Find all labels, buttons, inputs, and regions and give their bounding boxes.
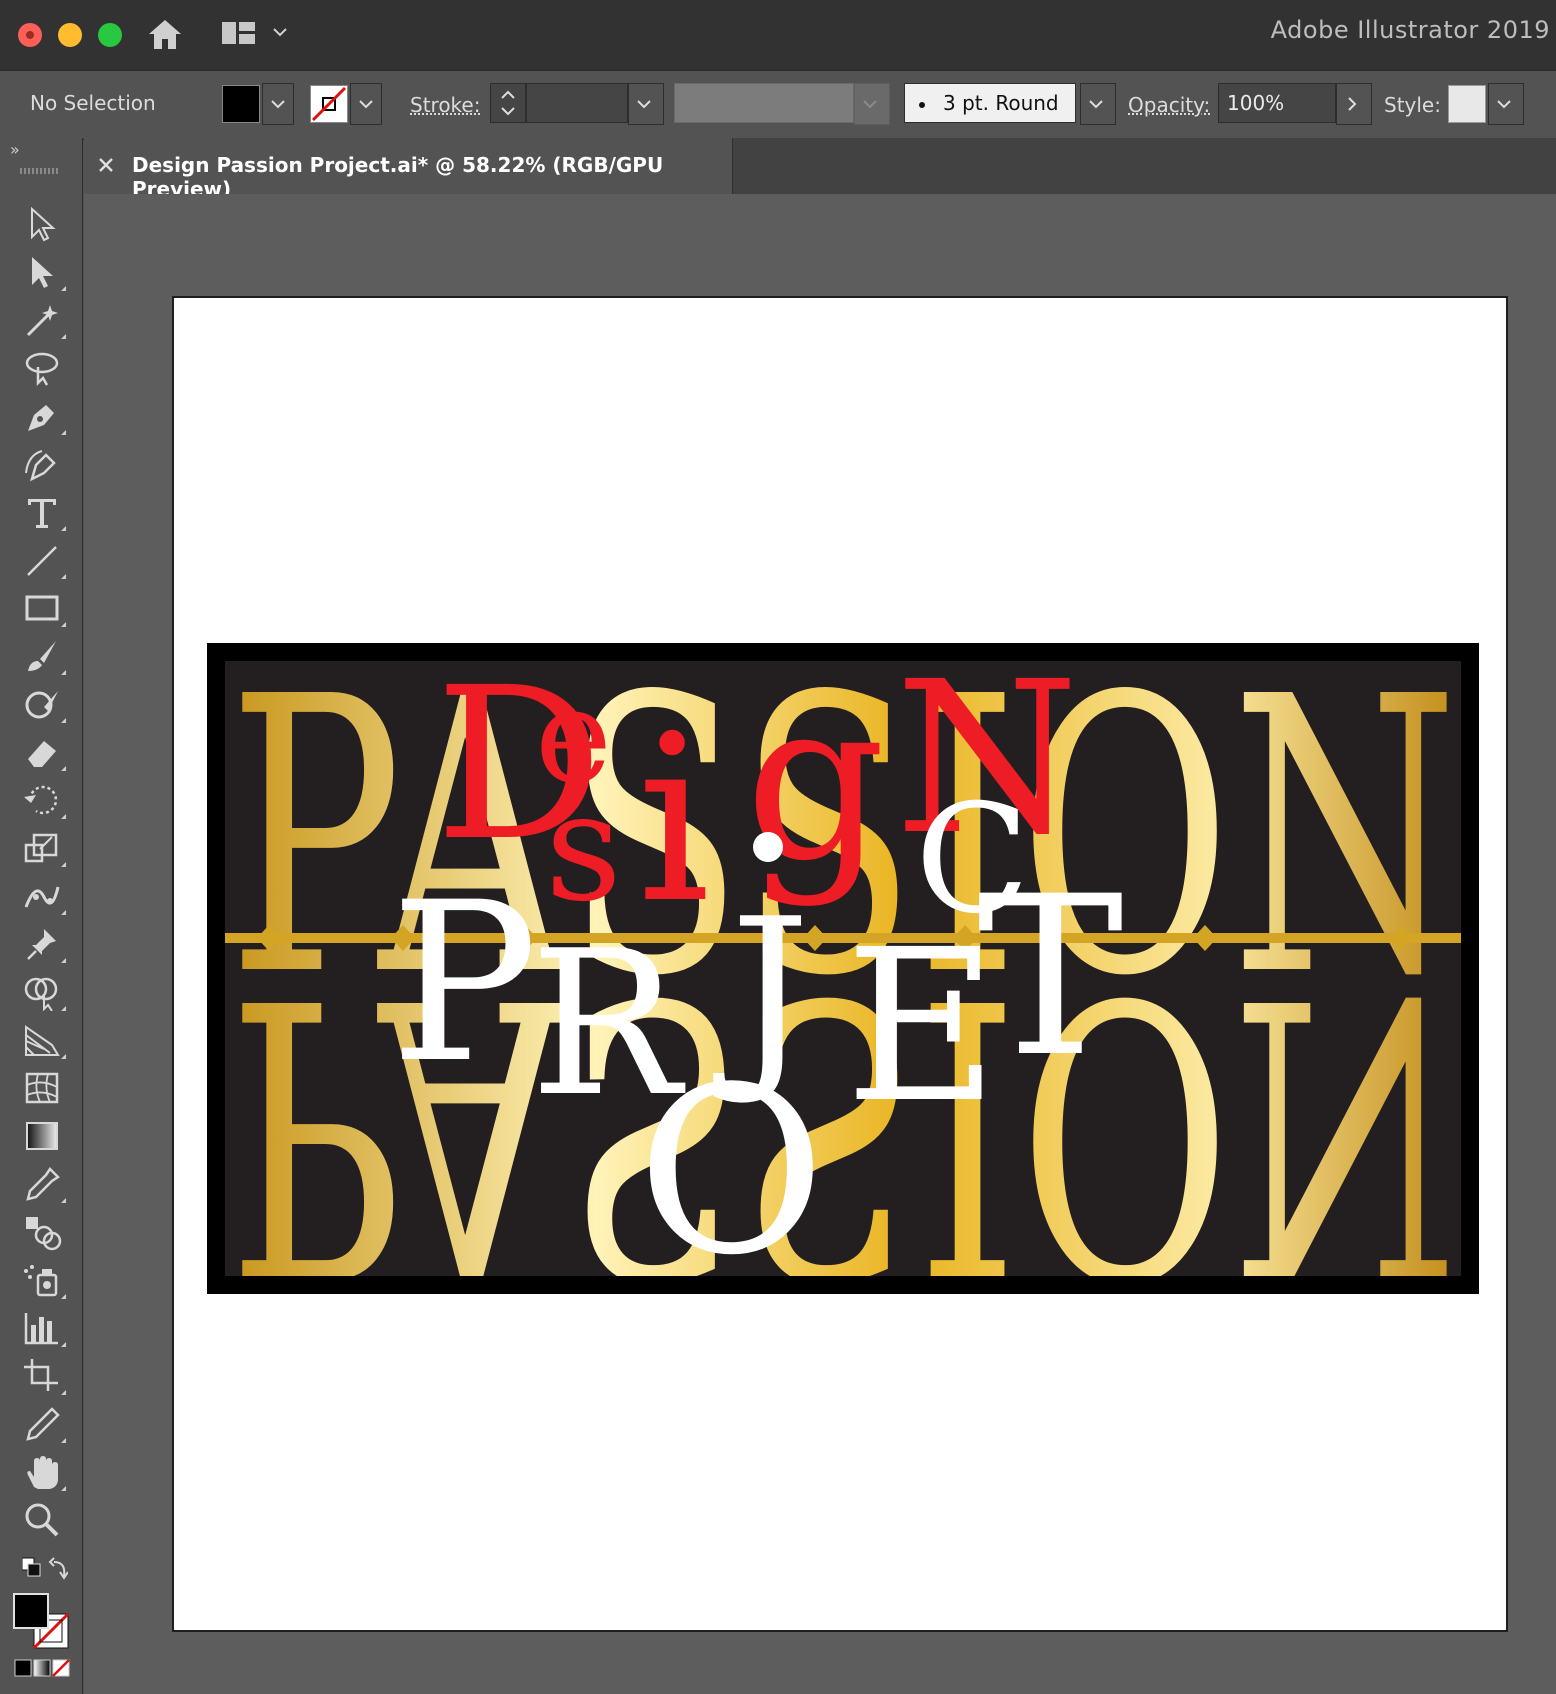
home-icon[interactable]: [146, 16, 184, 52]
shaper-tool-icon[interactable]: [20, 683, 66, 725]
white-letter-t: T: [977, 849, 1124, 1105]
document-tab-bar: Design Passion Project.ai* @ 58.22% (RGB…: [84, 138, 1556, 201]
white-letter-p: P: [390, 855, 538, 1111]
selection-status: No Selection: [30, 91, 156, 115]
shape-builder-tool-icon[interactable]: [20, 971, 66, 1013]
artwork-background: PASSION PASSION D e s i g N P R O J E C …: [225, 661, 1461, 1276]
brush-dot-icon: [919, 101, 925, 108]
column-graph-tool-icon[interactable]: [20, 1307, 66, 1349]
lasso-tool-icon[interactable]: [20, 347, 66, 389]
stroke-swatch[interactable]: [310, 85, 348, 123]
red-letter-g: g: [745, 661, 886, 909]
white-dot: [753, 832, 783, 862]
panel-grip[interactable]: [20, 168, 60, 174]
window-minimize-button[interactable]: [58, 23, 82, 47]
artwork-poster[interactable]: PASSION PASSION D e s i g N P R O J E C …: [207, 643, 1479, 1294]
control-bar: No Selection Stroke: 3 pt. Round Opacity…: [0, 70, 1556, 140]
hand-tool-icon[interactable]: [20, 1451, 66, 1493]
stroke-dropdown[interactable]: [350, 83, 382, 125]
puppet-warp-tool-icon[interactable]: [20, 875, 66, 917]
close-icon[interactable]: [98, 157, 114, 173]
symbol-sprayer-tool-icon[interactable]: [20, 1259, 66, 1301]
line-segment-tool-icon[interactable]: [20, 539, 66, 581]
tools-panel: »: [0, 138, 83, 1694]
direct-selection-tool-icon[interactable]: [20, 251, 66, 293]
artwork-svg: PASSION PASSION D e s i g N P R O J E C …: [225, 661, 1461, 1276]
style-dropdown[interactable]: [1488, 83, 1524, 125]
zoom-tool-icon[interactable]: [20, 1499, 66, 1541]
eraser-tool-icon[interactable]: [20, 731, 66, 773]
selection-tool-icon[interactable]: [20, 203, 66, 245]
slice-tool-icon[interactable]: [20, 1403, 66, 1445]
stroke-label[interactable]: Stroke:: [410, 93, 480, 117]
fill-stroke-swatches[interactable]: [10, 1590, 70, 1650]
stroke-weight-input[interactable]: [526, 83, 628, 123]
gradient-tool-icon[interactable]: [20, 1115, 66, 1157]
variable-width-profile[interactable]: [674, 83, 854, 123]
document-tab[interactable]: Design Passion Project.ai* @ 58.22% (RGB…: [84, 138, 733, 201]
eyedropper-tool-icon[interactable]: [20, 1163, 66, 1205]
collapse-panel-icon[interactable]: »: [10, 140, 20, 159]
magic-wand-tool-icon[interactable]: [20, 299, 66, 341]
fill-swatch[interactable]: [222, 85, 260, 123]
app-title: Adobe Illustrator 2019: [1270, 16, 1550, 44]
stroke-weight-stepper[interactable]: [490, 83, 526, 123]
scale-tool-icon[interactable]: [20, 827, 66, 869]
brush-dropdown[interactable]: [1080, 83, 1116, 125]
workspace-switcher-icon[interactable]: [220, 18, 258, 48]
window-zoom-button[interactable]: [98, 23, 122, 47]
variable-width-dropdown[interactable]: [854, 83, 890, 125]
blend-tool-icon[interactable]: [20, 1211, 66, 1253]
opacity-expand-button[interactable]: [1336, 83, 1372, 125]
paintbrush-tool-icon[interactable]: [20, 635, 66, 677]
opacity-label[interactable]: Opacity:: [1128, 93, 1210, 117]
pin-tool-icon[interactable]: [20, 923, 66, 965]
color-gradient-none-icon[interactable]: [12, 1656, 72, 1680]
style-swatch[interactable]: [1448, 85, 1486, 123]
curvature-tool-icon[interactable]: [20, 443, 66, 485]
style-label: Style:: [1384, 93, 1441, 117]
rotate-tool-icon[interactable]: [20, 779, 66, 821]
title-bar: Adobe Illustrator 2019: [0, 0, 1556, 70]
type-tool-icon[interactable]: [20, 491, 66, 533]
fill-dropdown[interactable]: [262, 83, 294, 125]
chevron-down-icon[interactable]: [270, 22, 290, 42]
perspective-grid-tool-icon[interactable]: [20, 1019, 66, 1061]
pen-tool-icon[interactable]: [20, 395, 66, 437]
artboard-tool-icon[interactable]: [20, 1355, 66, 1397]
rectangle-tool-icon[interactable]: [20, 587, 66, 629]
default-fill-stroke-icon[interactable]: [20, 1554, 68, 1584]
brush-definition[interactable]: 3 pt. Round: [904, 83, 1076, 123]
opacity-input[interactable]: 100%: [1218, 83, 1336, 123]
brush-label: 3 pt. Round: [943, 91, 1059, 115]
stroke-weight-dropdown[interactable]: [628, 83, 664, 125]
mesh-tool-icon[interactable]: [20, 1067, 66, 1109]
window-close-button[interactable]: [18, 23, 42, 47]
